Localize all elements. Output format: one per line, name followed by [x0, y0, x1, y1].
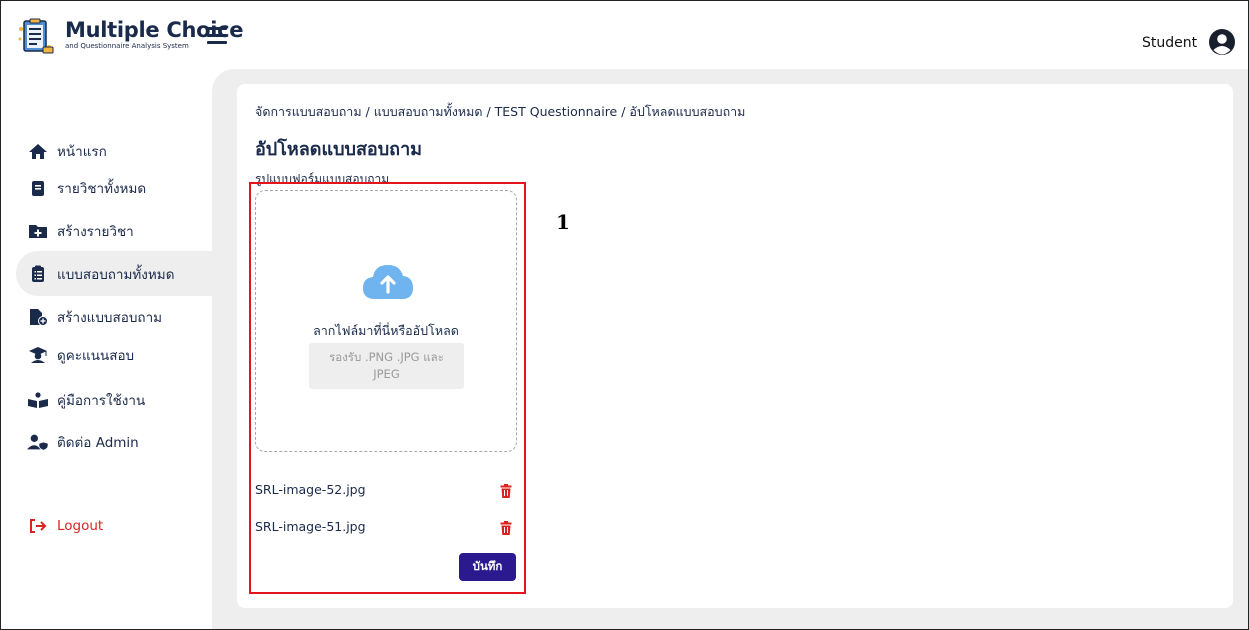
trash-icon[interactable] [500, 521, 512, 535]
sidebar-item-label: ติดต่อ Admin [57, 435, 139, 451]
sidebar-item-label: คู่มือการใช้งาน [57, 393, 146, 409]
sidebar-item-label: สร้างรายวิชา [57, 224, 134, 240]
file-dropzone[interactable]: ลากไฟล์มาที่นี่หรืออัปโหลด รองรับ .PNG .… [255, 190, 517, 452]
sidebar-item-view-scores[interactable]: ดูคะแนนสอบ [27, 345, 134, 365]
user-shield-icon [27, 433, 49, 451]
breadcrumb[interactable]: จัดการแบบสอบถาม / แบบสอบถามทั้งหมด / TES… [255, 102, 745, 122]
file-list-item: SRL-image-51.jpg [255, 519, 517, 539]
sidebar-item-label: รายวิชาทั้งหมด [57, 181, 147, 197]
sidebar-item-create-questionnaire[interactable]: สร้างแบบสอบถาม [27, 307, 162, 327]
hamburger-menu-icon[interactable] [207, 27, 227, 44]
page-title: อัปโหลดแบบสอบถาม [255, 139, 423, 160]
clipboard-list-icon [27, 265, 49, 283]
save-button[interactable]: บันทึก [459, 553, 516, 581]
home-icon [27, 142, 49, 160]
sidebar-item-label: แบบสอบถามทั้งหมด [57, 267, 175, 283]
trash-icon[interactable] [500, 484, 512, 498]
sidebar-item-contact-admin[interactable]: ติดต่อ Admin [27, 432, 139, 452]
sidebar-item-label: หน้าแรก [57, 144, 107, 160]
book-icon [27, 179, 49, 197]
logout-button[interactable]: Logout [27, 516, 103, 536]
reader-icon [27, 391, 49, 409]
dropzone-text: ลากไฟล์มาที่นี่หรืออัปโหลด [313, 323, 459, 338]
sidebar-item-all-questionnaires[interactable]: แบบสอบถามทั้งหมด [27, 264, 174, 284]
file-plus-icon [27, 308, 49, 326]
sidebar-item-all-courses[interactable]: รายวิชาทั้งหมด [27, 178, 146, 198]
accepted-formats-chip: รองรับ .PNG .JPG และ JPEG [309, 343, 464, 389]
sidebar-item-label: ดูคะแนนสอบ [57, 348, 135, 364]
graduate-icon [27, 346, 49, 364]
cloud-upload-icon [363, 265, 413, 299]
sidebar-item-label: สร้างแบบสอบถาม [57, 310, 163, 326]
user-role-label: Student [1142, 35, 1198, 51]
file-name: SRL-image-52.jpg [255, 482, 366, 497]
sidebar-item-home[interactable]: หน้าแรก [27, 141, 107, 161]
app-logo-icon [18, 18, 54, 54]
top-header: Multiple Choice and Questionnaire Analys… [1, 1, 1248, 69]
annotation-number: 1 [556, 210, 570, 234]
sidebar-item-create-course[interactable]: สร้างรายวิชา [27, 221, 134, 241]
sidebar-item-user-manual[interactable]: คู่มือการใช้งาน [27, 390, 145, 410]
file-name: SRL-image-51.jpg [255, 519, 366, 534]
user-avatar-icon[interactable] [1208, 28, 1236, 56]
logout-icon [27, 517, 49, 535]
folder-plus-icon [27, 222, 49, 240]
logout-label: Logout [57, 518, 104, 534]
file-list-item: SRL-image-52.jpg [255, 482, 517, 502]
